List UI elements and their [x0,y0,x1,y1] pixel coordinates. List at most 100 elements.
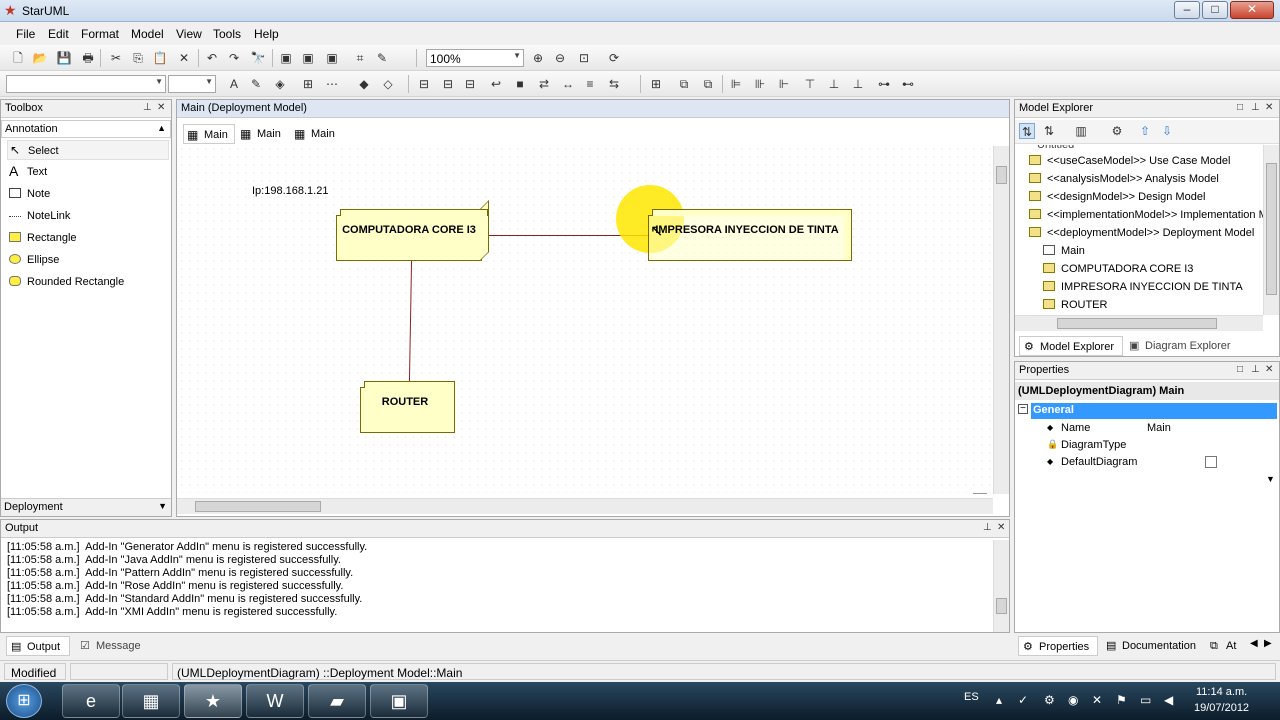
clock-date[interactable]: 19/07/2012 [1194,702,1249,714]
format-icon-1[interactable]: ⊟ [416,76,432,92]
diagram-hscrollbar[interactable] [177,498,993,514]
zoom-out-icon[interactable]: ⊖ [552,50,568,66]
scroll-thumb[interactable] [996,166,1007,184]
print-icon[interactable]: 🖶 [80,50,96,66]
tool-note[interactable]: Note [7,184,169,204]
zoom-combo[interactable]: 100% ▼ [426,49,524,67]
tree-item-design[interactable]: <<designModel>> Design Model [1029,189,1205,205]
refresh-icon[interactable]: ⟳ [606,50,622,66]
save-icon[interactable]: 💾 [56,50,72,66]
scroll-thumb[interactable] [195,501,321,512]
font-size-combo[interactable]: ▼ [168,75,216,93]
layout-icon[interactable]: ⌗ [352,50,368,66]
find-icon[interactable]: 🔭 [250,50,266,66]
back-icon[interactable]: ⧉ [700,76,716,92]
copy-icon[interactable]: ⎘ [130,50,146,66]
link-computer-router[interactable] [408,261,413,381]
tool-select[interactable]: ↖ Select [7,140,169,160]
font-combo[interactable]: ▼ [6,75,166,93]
format-icon-8[interactable]: ≡ [582,76,598,92]
close-icon[interactable]: ✕ [157,102,165,113]
tab-message[interactable]: ☑ Message [76,636,146,656]
format-icon-3[interactable]: ⊟ [462,76,478,92]
align-top-icon[interactable]: ⊤ [802,76,818,92]
tray-app2-icon[interactable]: ◉ [1068,693,1078,707]
cut-icon[interactable]: ✂ [108,50,124,66]
maximize-button[interactable]: □ [1202,1,1228,19]
word-taskbar-icon[interactable]: W [246,684,304,718]
explorer-taskbar-icon[interactable]: ▦ [122,684,180,718]
align-middle-icon[interactable]: ⊥ [826,76,842,92]
start-button[interactable]: ⊞ [6,684,42,718]
tab-properties[interactable]: ⚙ Properties [1018,636,1098,656]
media-taskbar-icon[interactable]: ▣ [370,684,428,718]
flag-icon[interactable]: ⚑ [1116,693,1127,707]
menu-model[interactable]: Model [131,27,164,41]
scroll-thumb[interactable] [996,598,1007,614]
tree-item-usecase[interactable]: <<useCaseModel>> Use Case Model [1029,153,1230,169]
tab-attachments[interactable]: ⧉ At [1206,636,1246,656]
pin-icon[interactable]: ⊥ [143,102,152,113]
menu-edit[interactable]: Edit [48,27,69,41]
open-icon[interactable]: 📂 [32,50,48,66]
redo-icon[interactable]: ↷ [226,50,242,66]
properties-vscrollbar[interactable]: ▼ [1263,474,1279,630]
tree-item-main[interactable]: Main [1043,243,1085,259]
node-printer[interactable]: IMPRESORA INYECCION DE TINTA [648,215,846,261]
tool-text[interactable]: A Text [7,162,169,182]
tree-item-computer[interactable]: COMPUTADORA CORE I3 [1043,261,1193,277]
property-row[interactable]: 🔒 DiagramType [1047,437,1277,454]
align-center-icon[interactable]: ⊪ [752,76,768,92]
node-router[interactable]: ROUTER [360,387,450,433]
minimize-button[interactable]: – [1174,1,1200,19]
menu-tools[interactable]: Tools [213,27,241,41]
group-icon[interactable]: ⊞ [648,76,664,92]
toolbox-section-deployment[interactable]: Deployment ▼ [1,498,171,516]
explorer-hscrollbar[interactable] [1015,315,1263,331]
format-icon-9[interactable]: ⇆ [606,76,622,92]
tree-item-analysis[interactable]: <<analysisModel>> Analysis Model [1029,171,1219,187]
magic-icon[interactable]: ✎ [374,50,390,66]
menu-help[interactable]: Help [254,27,279,41]
output-vscrollbar[interactable] [993,540,1009,632]
chevron-left-icon[interactable]: ◀ [1250,638,1258,649]
new-icon[interactable]: 🗋 [10,50,26,66]
sort-type-icon[interactable]: ⇅ [1019,123,1035,139]
sort-name-icon[interactable]: ⇅ [1041,123,1057,139]
close-icon[interactable]: ✕ [1265,364,1273,375]
tool-ellipse[interactable]: Ellipse [7,250,169,270]
undo-icon[interactable]: ↶ [204,50,220,66]
close-icon[interactable]: ✕ [997,522,1005,533]
tree-item-printer[interactable]: IMPRESORA INYECCION DE TINTA [1043,279,1243,295]
property-row[interactable]: ◆ Name Main [1047,420,1277,437]
tab-main-3[interactable]: ▦ Main [291,124,343,144]
network-icon[interactable]: ✓ [1018,693,1028,707]
close-icon[interactable]: ✕ [1265,102,1273,113]
delete-icon[interactable]: ✕ [176,50,192,66]
paste-icon[interactable]: 📋 [152,50,168,66]
align-bottom-icon[interactable]: ⊥ [850,76,866,92]
node-computer[interactable]: COMPUTADORA CORE I3 [336,215,482,261]
monitor-icon[interactable]: ▭ [1140,693,1151,707]
clock-time[interactable]: 11:14 a.m. [1196,686,1247,698]
ip-annotation[interactable]: Ip:198.168.1.21 [252,185,328,197]
align-right-icon[interactable]: ⊩ [776,76,792,92]
restore-icon[interactable]: □ [1237,364,1243,375]
format-icon-6[interactable]: ⇄ [536,76,552,92]
tool-rectangle[interactable]: Rectangle [7,228,169,248]
tab-diagram-explorer[interactable]: ▣ Diagram Explorer [1125,336,1237,356]
explorer-vscrollbar[interactable] [1263,145,1279,315]
diagram-vscrollbar[interactable] [993,146,1009,494]
tree-item-deployment[interactable]: <<deploymentModel>> Deployment Model [1029,225,1254,241]
pin-icon[interactable]: ⊥ [983,522,992,533]
diagram-canvas[interactable]: Ip:198.168.1.21 COMPUTADORA CORE I3 IMPR… [178,145,993,493]
menu-file[interactable]: File [16,27,35,41]
align-left-icon[interactable]: ⊫ [728,76,744,92]
settings-icon[interactable]: ⚙ [1109,123,1125,139]
space2-icon[interactable]: ⊷ [900,76,916,92]
menu-format[interactable]: Format [81,27,119,41]
language-indicator[interactable]: ES [964,691,979,703]
move-down-icon[interactable]: ⇩ [1159,123,1175,139]
ie-taskbar-icon[interactable]: e [62,684,120,718]
tray-app-icon[interactable]: ⚙ [1044,693,1055,707]
